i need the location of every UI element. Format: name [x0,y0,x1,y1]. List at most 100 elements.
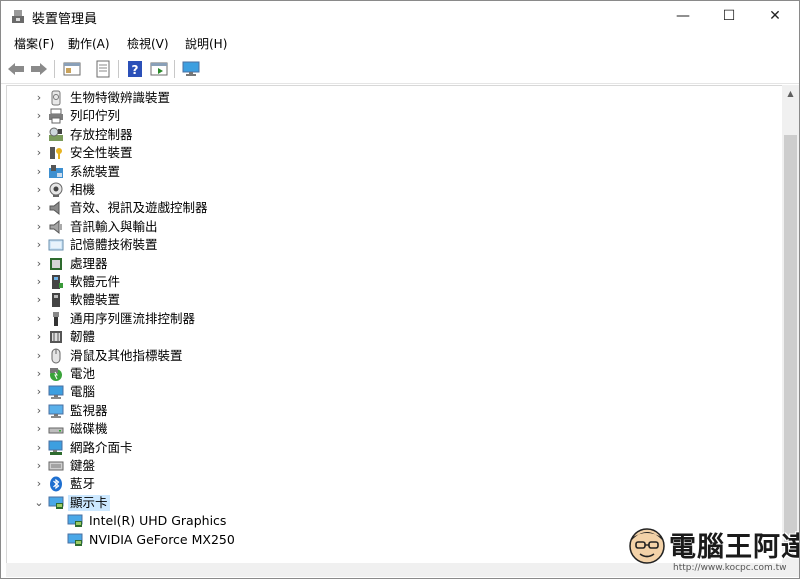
tree-category-item[interactable]: › 軟體裝置 [7,291,777,309]
tree-item-label: 生物特徵辨識裝置 [70,90,171,105]
toolbar-separator [118,60,119,78]
action-pane-icon [150,62,168,76]
chevron-right-icon[interactable]: › [33,459,45,473]
chevron-right-icon[interactable]: › [33,422,45,436]
console-tree-icon [63,62,81,76]
tree-item-label: 通用序列匯流排控制器 [70,310,196,326]
tree-item-label: 電池 [70,366,96,381]
tree-category-item[interactable]: › 網路介面卡 [7,439,777,457]
menu-file[interactable]: 檔案(F) [14,35,54,52]
chevron-right-icon[interactable]: › [33,91,45,105]
toolbar-separator [54,60,55,78]
maximize-button[interactable]: ☐ [706,1,752,31]
close-button[interactable]: ✕ [752,1,798,31]
device-tree: › 生物特徵辨識裝置 › 列印佇列 › 存放控制器 › 安全性裝置 › 系統裝置 › 相機 › 音效、視訊… [6,85,782,564]
tree-category-item[interactable]: › 韌體 [7,328,777,346]
tree-category-item[interactable]: › 鍵盤 [7,457,777,475]
window-title: 裝置管理員 [32,12,98,27]
chevron-right-icon[interactable]: › [33,146,45,160]
forward-button[interactable] [29,59,49,79]
chevron-right-icon[interactable]: › [33,257,45,271]
tree-category-item[interactable]: › 藍牙 [7,475,777,493]
chevron-right-icon[interactable]: › [33,330,45,344]
tree-item-label: 網路介面卡 [70,439,133,455]
menu-bar: 檔案(F) 動作(A) 檢視(V) 說明(H) [1,32,799,54]
chevron-down-icon[interactable]: ⌄ [33,496,45,510]
scroll-thumb[interactable] [784,135,797,543]
chevron-right-icon[interactable]: › [33,477,45,491]
processor-icon [50,257,62,270]
chevron-right-icon[interactable]: › [33,109,45,123]
chevron-right-icon[interactable]: › [33,441,45,455]
monitor-scan-icon [182,61,200,76]
tree-category-item[interactable]: › 生物特徵辨識裝置 [7,89,777,107]
chevron-right-icon[interactable]: › [33,201,45,215]
tree-category-item[interactable]: › 記憶體技術裝置 [7,236,777,254]
toolbar-separator [174,60,175,78]
tree-category-item[interactable]: › 列印佇列 [7,107,777,125]
usb-icon [53,311,59,326]
tree-category-item[interactable]: › 安全性裝置 [7,144,777,162]
menu-action[interactable]: 動作(A) [68,35,110,52]
chevron-right-icon[interactable]: › [33,238,45,252]
tree-category-item[interactable]: › 處理器 [7,255,777,273]
camera-icon [49,182,63,197]
tree-category-item[interactable]: ⌄ 顯示卡 [7,494,777,512]
chevron-right-icon[interactable]: › [33,385,45,399]
chevron-right-icon[interactable]: › [33,293,45,307]
tree-category-item[interactable]: › 磁碟機 [7,420,777,438]
chevron-right-icon[interactable]: › [33,275,45,289]
chevron-right-icon[interactable]: › [33,404,45,418]
tree-category-item[interactable]: › 系統裝置 [7,163,777,181]
tree-category-item[interactable]: › 電腦 [7,383,777,401]
chevron-right-icon[interactable]: › [33,349,45,363]
scan-hardware-button[interactable] [181,59,201,79]
tree-item-label: 鍵盤 [70,458,96,473]
tree-item-label: Intel(R) UHD Graphics [89,513,227,529]
minimize-icon: — [676,8,690,24]
back-icon [8,63,24,75]
tree-item-label: 系統裝置 [70,163,121,179]
chevron-right-icon[interactable]: › [33,165,45,179]
tree-category-item[interactable]: › 相機 [7,181,777,199]
tree-category-item[interactable]: › 軟體元件 [7,273,777,291]
menu-view[interactable]: 檢視(V) [127,35,169,52]
show-hide-console-tree-button[interactable] [62,59,82,79]
chevron-right-icon[interactable]: › [33,183,45,197]
maximize-icon: ☐ [722,8,736,24]
tree-item-label: 磁碟機 [70,421,108,437]
svg-text:?: ? [132,63,139,77]
tree-item-label: 記憶體技術裝置 [70,237,158,253]
display-adapter-icon [48,496,64,509]
watermark-mascot-icon [629,528,665,564]
security-device-icon [50,147,62,160]
vertical-scrollbar[interactable]: ▲ ▼ [782,85,799,563]
tree-category-item[interactable]: › 通用序列匯流排控制器 [7,310,777,328]
menu-help[interactable]: 說明(H) [185,35,227,52]
chevron-right-icon[interactable]: › [33,128,45,142]
tree-category-item[interactable]: › 滑鼠及其他指標裝置 [7,347,777,365]
tree-item-label: 相機 [70,182,96,197]
chevron-right-icon[interactable]: › [33,312,45,326]
chevron-right-icon[interactable]: › [33,367,45,381]
tree-category-item[interactable]: › 音訊輸入與輸出 [7,218,777,236]
audio-io-icon [49,219,62,234]
scroll-up-icon[interactable]: ▲ [782,85,799,102]
back-button[interactable] [6,59,26,79]
keyboard-icon [48,461,64,471]
tree-category-item[interactable]: › 音效、視訊及遊戲控制器 [7,199,777,217]
properties-button[interactable] [93,59,113,79]
chevron-right-icon[interactable]: › [33,220,45,234]
action-pane-button[interactable] [149,59,169,79]
tree-category-item[interactable]: › 監視器 [7,402,777,420]
computer-icon [48,385,64,400]
firmware-icon [50,331,62,344]
tree-category-item[interactable]: › 電池 [7,365,777,383]
software-device-icon [52,293,60,308]
tree-category-item[interactable]: › 存放控制器 [7,126,777,144]
minimize-button[interactable]: — [660,1,706,31]
help-button[interactable]: ? [125,59,145,79]
toolbar: ? [1,55,799,84]
title-bar[interactable]: 裝置管理員 — ☐ ✕ [1,1,799,31]
close-icon: ✕ [769,8,781,24]
